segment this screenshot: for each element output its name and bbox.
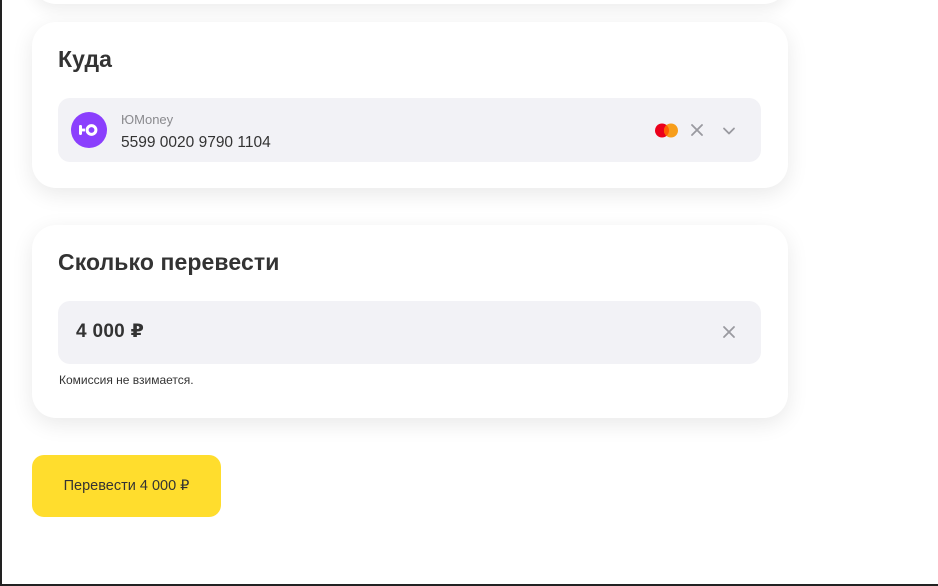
amount-input[interactable]: 4 000 ₽ xyxy=(58,301,761,364)
chevron-down-icon[interactable] xyxy=(722,124,736,138)
account-number: 5599 0020 9790 1104 xyxy=(121,134,271,151)
amount-title: Сколько перевести xyxy=(58,249,280,275)
mastercard-icon xyxy=(655,123,678,138)
destination-account-select[interactable]: ЮMoney 5599 0020 9790 1104 xyxy=(58,98,761,162)
close-icon[interactable] xyxy=(690,123,704,137)
commission-note: Комиссия не взимается. xyxy=(59,373,194,387)
amount-value[interactable]: 4 000 ₽ xyxy=(76,320,144,343)
account-provider-label: ЮMoney xyxy=(121,112,174,127)
previous-card-edge xyxy=(32,0,788,4)
destination-title: Куда xyxy=(58,46,113,72)
amount-card: Сколько перевести 4 000 ₽ Комиссия не вз… xyxy=(32,225,788,418)
yoomoney-logo-icon xyxy=(71,112,107,148)
close-icon[interactable] xyxy=(722,325,736,339)
window-left-border xyxy=(0,0,2,586)
destination-card: Куда ЮMoney 5599 0020 9790 1104 xyxy=(32,22,788,188)
transfer-button[interactable]: Перевести 4 000 ₽ xyxy=(32,455,221,517)
